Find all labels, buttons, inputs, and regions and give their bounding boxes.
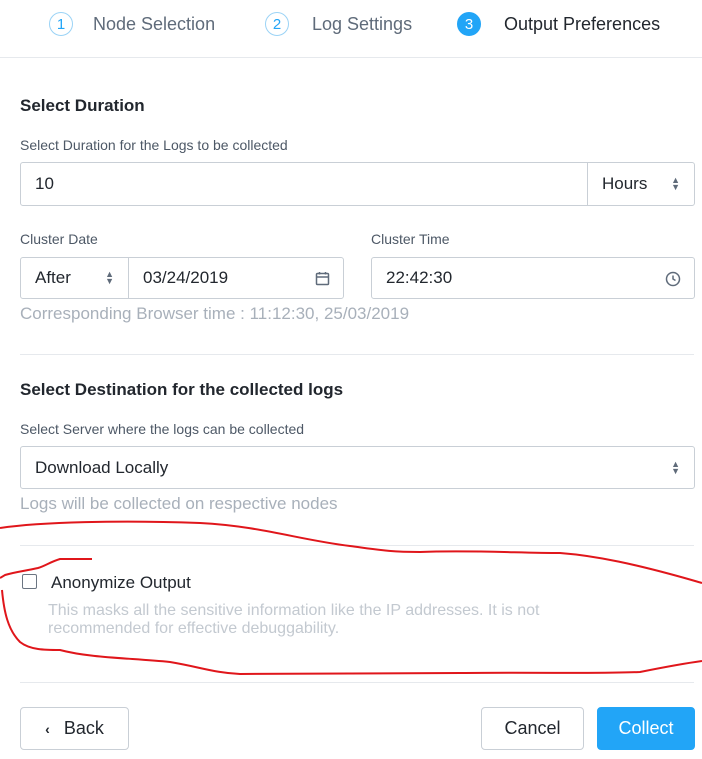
destination-label: Select Server where the logs can be coll… <box>20 421 305 437</box>
footer-divider <box>20 682 694 683</box>
step-number-1: 1 <box>49 12 73 36</box>
up-down-arrows-icon: ▲ ▼ <box>671 175 680 192</box>
chevron-left-icon: ‹ <box>45 720 50 737</box>
duration-unit-value: Hours <box>602 174 648 193</box>
step-number-2: 2 <box>265 12 289 36</box>
duration-value: 10 <box>35 174 54 193</box>
step-number-3: 3 <box>457 12 481 36</box>
cancel-button-label: Cancel <box>504 718 561 738</box>
cluster-date-input[interactable]: 03/24/2019 <box>128 257 344 299</box>
browser-time-note: Corresponding Browser time : 11:12:30, 2… <box>20 304 410 323</box>
step-label-output-preferences: Output Preferences <box>504 13 661 34</box>
step-label-node-selection: Node Selection <box>93 13 216 34</box>
destination-hint: Logs will be collected on respective nod… <box>20 494 338 513</box>
destination-value: Download Locally <box>35 457 169 477</box>
anonymize-description: This masks all the sensitive information… <box>48 602 539 638</box>
duration-label: Select Duration for the Logs to be colle… <box>20 137 288 153</box>
back-button-label: Back <box>63 718 104 738</box>
duration-unit-select[interactable]: Hours ▲ ▼ <box>587 162 695 206</box>
step-label-log-settings: Log Settings <box>312 13 413 34</box>
calendar-icon[interactable] <box>315 271 330 286</box>
step-output-preferences[interactable]: 3 Output Preferences <box>457 9 660 39</box>
step-node-selection[interactable]: 1 Node Selection <box>49 9 215 39</box>
date-relation-select[interactable]: After ▲ ▼ <box>20 257 129 299</box>
up-down-arrows-icon: ▲ ▼ <box>105 269 114 286</box>
cancel-button[interactable]: Cancel <box>481 707 584 750</box>
collect-button[interactable]: Collect <box>597 707 695 750</box>
anonymize-description-line: recommended for effective debuggability. <box>48 620 340 637</box>
anonymize-description-line: This masks all the sensitive information… <box>48 602 540 619</box>
cluster-time-input[interactable]: 22:42:30 <box>371 257 695 299</box>
duration-heading: Select Duration <box>20 96 145 115</box>
cluster-date-label: Cluster Date <box>20 231 98 247</box>
destination-select[interactable]: Download Locally ▲ ▼ <box>20 446 695 489</box>
duration-input[interactable]: 10 <box>20 162 588 206</box>
section-divider <box>20 545 694 546</box>
collect-button-label: Collect <box>618 718 674 738</box>
cluster-time-label: Cluster Time <box>371 231 450 247</box>
clock-icon[interactable] <box>665 271 681 287</box>
back-button[interactable]: ‹ Back <box>20 707 129 750</box>
section-divider <box>20 354 694 355</box>
destination-heading: Select Destination for the collected log… <box>20 380 344 399</box>
anonymize-label[interactable]: Anonymize Output <box>51 573 191 593</box>
cluster-time-value: 22:42:30 <box>386 268 453 287</box>
date-relation-value: After <box>35 268 71 287</box>
cluster-date-value: 03/24/2019 <box>143 268 229 287</box>
anonymize-checkbox[interactable] <box>22 574 37 589</box>
header-divider <box>0 57 702 58</box>
step-log-settings[interactable]: 2 Log Settings <box>265 9 412 39</box>
up-down-arrows-icon: ▲ ▼ <box>671 458 680 476</box>
